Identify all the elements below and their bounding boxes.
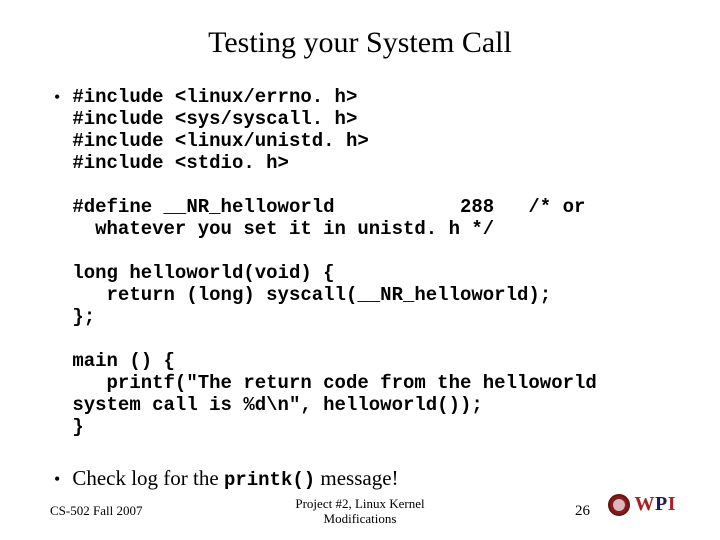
code-bullet: • #include <linux/errno. h> #include <sy… xyxy=(54,86,670,438)
bullet-dot-icon: • xyxy=(54,86,60,108)
check-text: Check log for the printk() message! xyxy=(72,466,398,491)
footer-left: CS-502 Fall 2007 xyxy=(50,503,142,519)
footer-page-number: 26 xyxy=(575,503,590,520)
check-prefix: Check log for the xyxy=(72,466,224,490)
logo-letter-w: W xyxy=(634,493,655,515)
footer: CS-502 Fall 2007 Project #2, Linux Kerne… xyxy=(0,496,720,526)
check-bullet: • Check log for the printk() message! xyxy=(54,466,670,491)
code-container: #include <linux/errno. h> #include <sys/… xyxy=(72,86,597,438)
code-define: #define __NR_helloworld 288 /* or whatev… xyxy=(72,196,597,240)
check-suffix: message! xyxy=(315,466,398,490)
wpi-logo: WPI xyxy=(608,493,676,516)
slide: Testing your System Call • #include <lin… xyxy=(0,0,720,540)
footer-center-line1: Project #2, Linux Kernel xyxy=(295,496,424,511)
slide-title: Testing your System Call xyxy=(50,26,670,60)
wpi-wordmark: WPI xyxy=(634,493,676,516)
check-code: printk() xyxy=(224,469,315,491)
seal-icon xyxy=(608,494,630,516)
code-includes: #include <linux/errno. h> #include <sys/… xyxy=(72,86,597,174)
code-func: long helloworld(void) { return (long) sy… xyxy=(72,262,597,328)
logo-letter-i: I xyxy=(668,493,676,515)
code-main: main () { printf("The return code from t… xyxy=(72,350,597,438)
bullet-dot-icon: • xyxy=(54,468,60,490)
footer-center-line2: Modifications xyxy=(324,511,397,526)
logo-letter-p: P xyxy=(655,493,668,515)
